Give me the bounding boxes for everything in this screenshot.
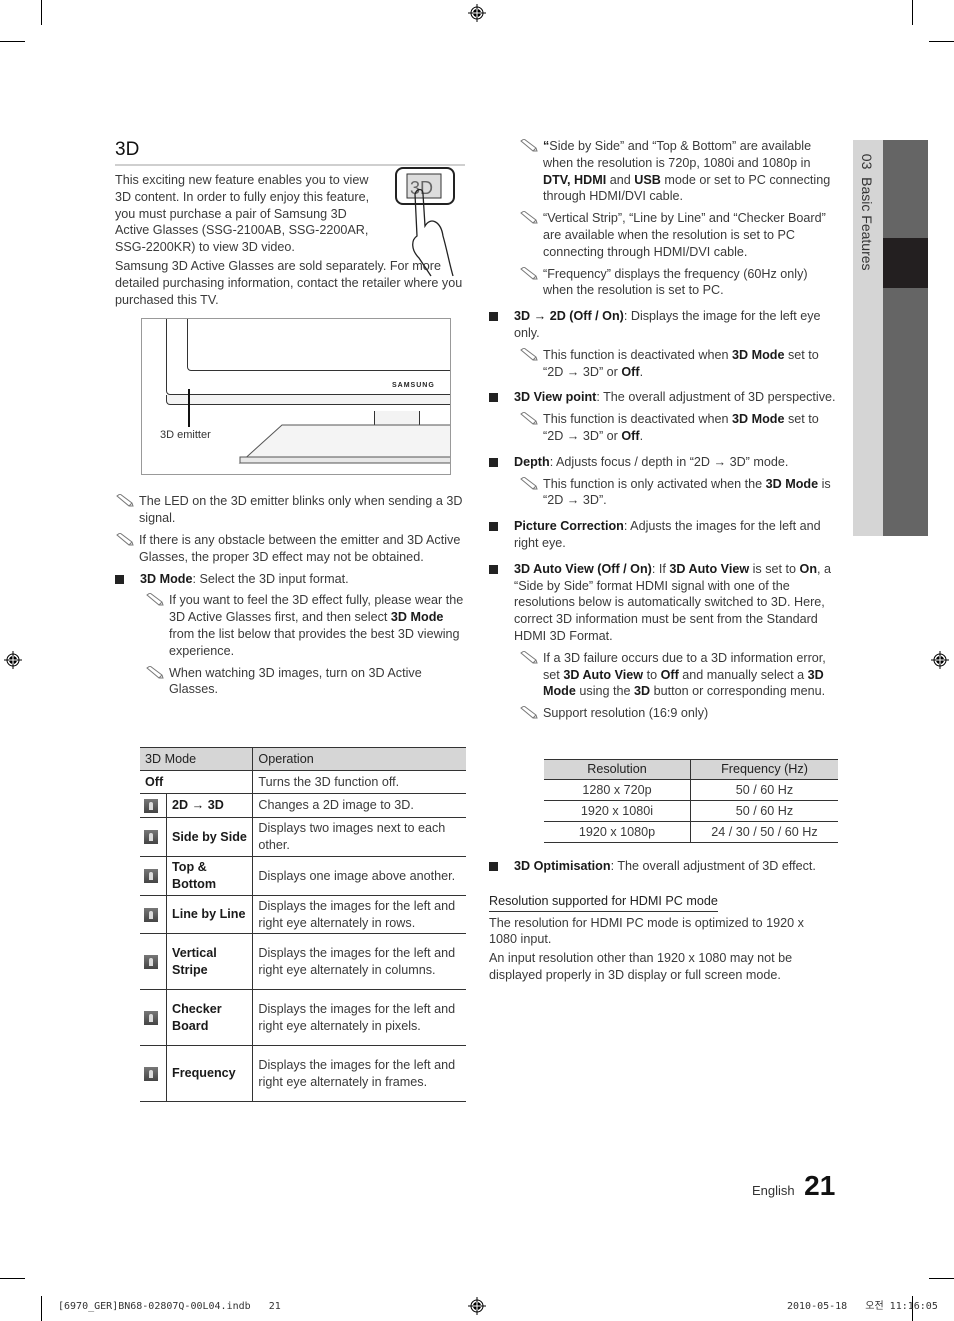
note-pencil-icon	[520, 139, 538, 152]
intro-paragraph: This exciting new feature enables you to…	[115, 173, 370, 255]
page-footer: English 21	[752, 1172, 835, 1200]
frequency-icon	[144, 1066, 158, 1081]
crop-mark	[0, 1278, 25, 1279]
square-bullet-icon	[489, 393, 498, 403]
chapter-number: 03	[858, 153, 875, 170]
print-slug-file: [6970_GER]BN68-02807Q-00L04.indb 21	[58, 1301, 281, 1312]
bullet-item-3d-view-point: 3D View point: The overall adjustment of…	[489, 389, 839, 406]
emitter-pointer	[188, 389, 190, 428]
note: If a 3D failure occurs due to a 3D infor…	[519, 650, 839, 700]
table-row: Line by Line Displays the images for the…	[140, 895, 466, 934]
side-by-side-icon	[144, 830, 158, 844]
column-header: Frequency (Hz)	[690, 759, 838, 780]
tv-stand-base	[238, 424, 450, 464]
crop-mark	[912, 0, 913, 25]
right-column-lower: 3D Optimisation: The overall adjustment …	[489, 858, 839, 984]
column-header: Operation	[252, 747, 466, 771]
bullet-item-3d-mode: 3D Mode: Select the 3D input format.	[115, 571, 465, 588]
table-row: 1920 x 1080p 24 / 30 / 50 / 60 Hz	[544, 821, 838, 843]
left-column: 3D This exciting new feature enables you…	[115, 138, 465, 703]
note: This function is only activated when the…	[519, 476, 839, 510]
note: “Frequency” displays the frequency (60Hz…	[519, 266, 839, 300]
registration-mark-icon	[468, 4, 486, 22]
crop-mark	[929, 1278, 954, 1279]
square-bullet-icon	[489, 312, 498, 322]
note-pencil-icon	[520, 211, 538, 224]
square-bullet-icon	[489, 564, 498, 574]
right-column: “Side by Side” and “Top & Bottom” are av…	[489, 138, 839, 727]
note-pencil-icon	[520, 412, 538, 425]
section-title: 3D	[115, 138, 465, 166]
note-pencil-icon	[116, 532, 134, 546]
crop-mark	[41, 0, 42, 25]
line-by-line-icon	[144, 907, 158, 922]
bullet-item-3d-to-2d: 3D → 2D (Off / On): Displays the image f…	[489, 308, 839, 342]
note-pencil-icon	[520, 650, 538, 664]
footer-language: English	[752, 1183, 795, 1198]
note-pencil-icon	[520, 347, 538, 361]
note: “Vertical Strip”, “Line by Line” and “Ch…	[519, 210, 839, 260]
note: “Side by Side” and “Top & Bottom” are av…	[519, 138, 839, 205]
table-row: 1920 x 1080i 50 / 60 Hz	[544, 800, 838, 822]
crop-mark	[929, 41, 954, 42]
bullet-item-3d-optimisation: 3D Optimisation: The overall adjustment …	[489, 858, 839, 875]
registration-mark-icon	[931, 651, 949, 669]
registration-mark-icon	[4, 651, 22, 669]
note: When watching 3D images, turn on 3D Acti…	[145, 665, 465, 699]
3d-button-hand-icon: 3D	[395, 167, 455, 277]
table-header-row: 3D Mode Operation	[140, 747, 466, 771]
note: Support resolution (16:9 only)	[519, 705, 839, 722]
3d-mode-table: 3D Mode Operation Off Turns the 3D funct…	[140, 747, 466, 1102]
note-pencil-icon	[520, 706, 538, 719]
tv-emitter-figure: SAMSUNG 3D emitter	[141, 318, 451, 476]
chapter-tab-label: 03 Basic Features	[858, 146, 892, 271]
bullet-item-picture-correction: Picture Correction: Adjusts the images f…	[489, 518, 839, 552]
note-pencil-icon	[116, 494, 134, 507]
square-bullet-icon	[489, 457, 498, 467]
samsung-logo: SAMSUNG	[392, 382, 435, 390]
vertical-stripe-icon	[144, 954, 158, 969]
note: The LED on the 3D emitter blinks only wh…	[115, 493, 465, 527]
square-bullet-icon	[115, 574, 124, 584]
hdmi-pc-paragraph: The resolution for HDMI PC mode is optim…	[489, 915, 804, 947]
crop-mark	[0, 41, 25, 42]
column-header: 3D Mode	[140, 747, 254, 771]
resolution-table: Resolution Frequency (Hz) 1280 x 720p 50 …	[544, 759, 838, 843]
2d-to-3d-icon	[144, 798, 158, 813]
emitter-label: 3D emitter	[160, 429, 211, 442]
table-row: Top & Bottom Displays one image above an…	[140, 856, 466, 896]
crop-mark	[41, 1296, 42, 1321]
chapter-title: Basic Features	[858, 177, 875, 271]
bullet-item-3d-auto-view: 3D Auto View (Off / On): If 3D Auto View…	[489, 561, 839, 645]
table-row: 2D → 3D Changes a 2D image to 3D.	[140, 793, 466, 818]
svg-text:3D: 3D	[410, 178, 433, 198]
note-pencil-icon	[520, 266, 538, 280]
note-pencil-icon	[520, 476, 538, 490]
checker-board-icon	[144, 1010, 158, 1025]
table-header-row: Resolution Frequency (Hz)	[544, 759, 838, 780]
note: If there is any obstacle between the emi…	[115, 532, 465, 566]
hdmi-pc-paragraph: An input resolution other than 1920 x 10…	[489, 951, 793, 982]
bullet-item-depth: Depth: Adjusts focus / depth in “2D → 3D…	[489, 454, 839, 471]
table-row: Checker Board Displays the images for th…	[140, 989, 466, 1046]
registration-mark-icon	[468, 1297, 486, 1315]
note: This function is deactivated when 3D Mod…	[519, 411, 839, 445]
note-pencil-icon	[146, 593, 164, 606]
note: This function is deactivated when 3D Mod…	[519, 347, 839, 381]
square-bullet-icon	[489, 862, 498, 871]
square-bullet-icon	[489, 522, 498, 532]
column-header: Resolution	[544, 759, 691, 780]
table-row: 1280 x 720p 50 / 60 Hz	[544, 779, 838, 801]
page-number: 21	[804, 1170, 836, 1201]
table-row: Side by Side Displays two images next to…	[140, 817, 466, 857]
table-row: Off Turns the 3D function off.	[140, 770, 466, 794]
top-bottom-icon	[144, 869, 158, 883]
note-pencil-icon	[146, 665, 164, 679]
print-slug-timestamp: 2010-05-18 오전 11:16:05	[787, 1301, 938, 1312]
note: If you want to feel the 3D effect fully,…	[145, 592, 465, 659]
hdmi-pc-heading: Resolution supported for HDMI PC mode	[489, 893, 718, 912]
table-row: Frequency Displays the images for the le…	[140, 1045, 466, 1102]
table-row: Vertical Stripe Displays the images for …	[140, 933, 466, 990]
